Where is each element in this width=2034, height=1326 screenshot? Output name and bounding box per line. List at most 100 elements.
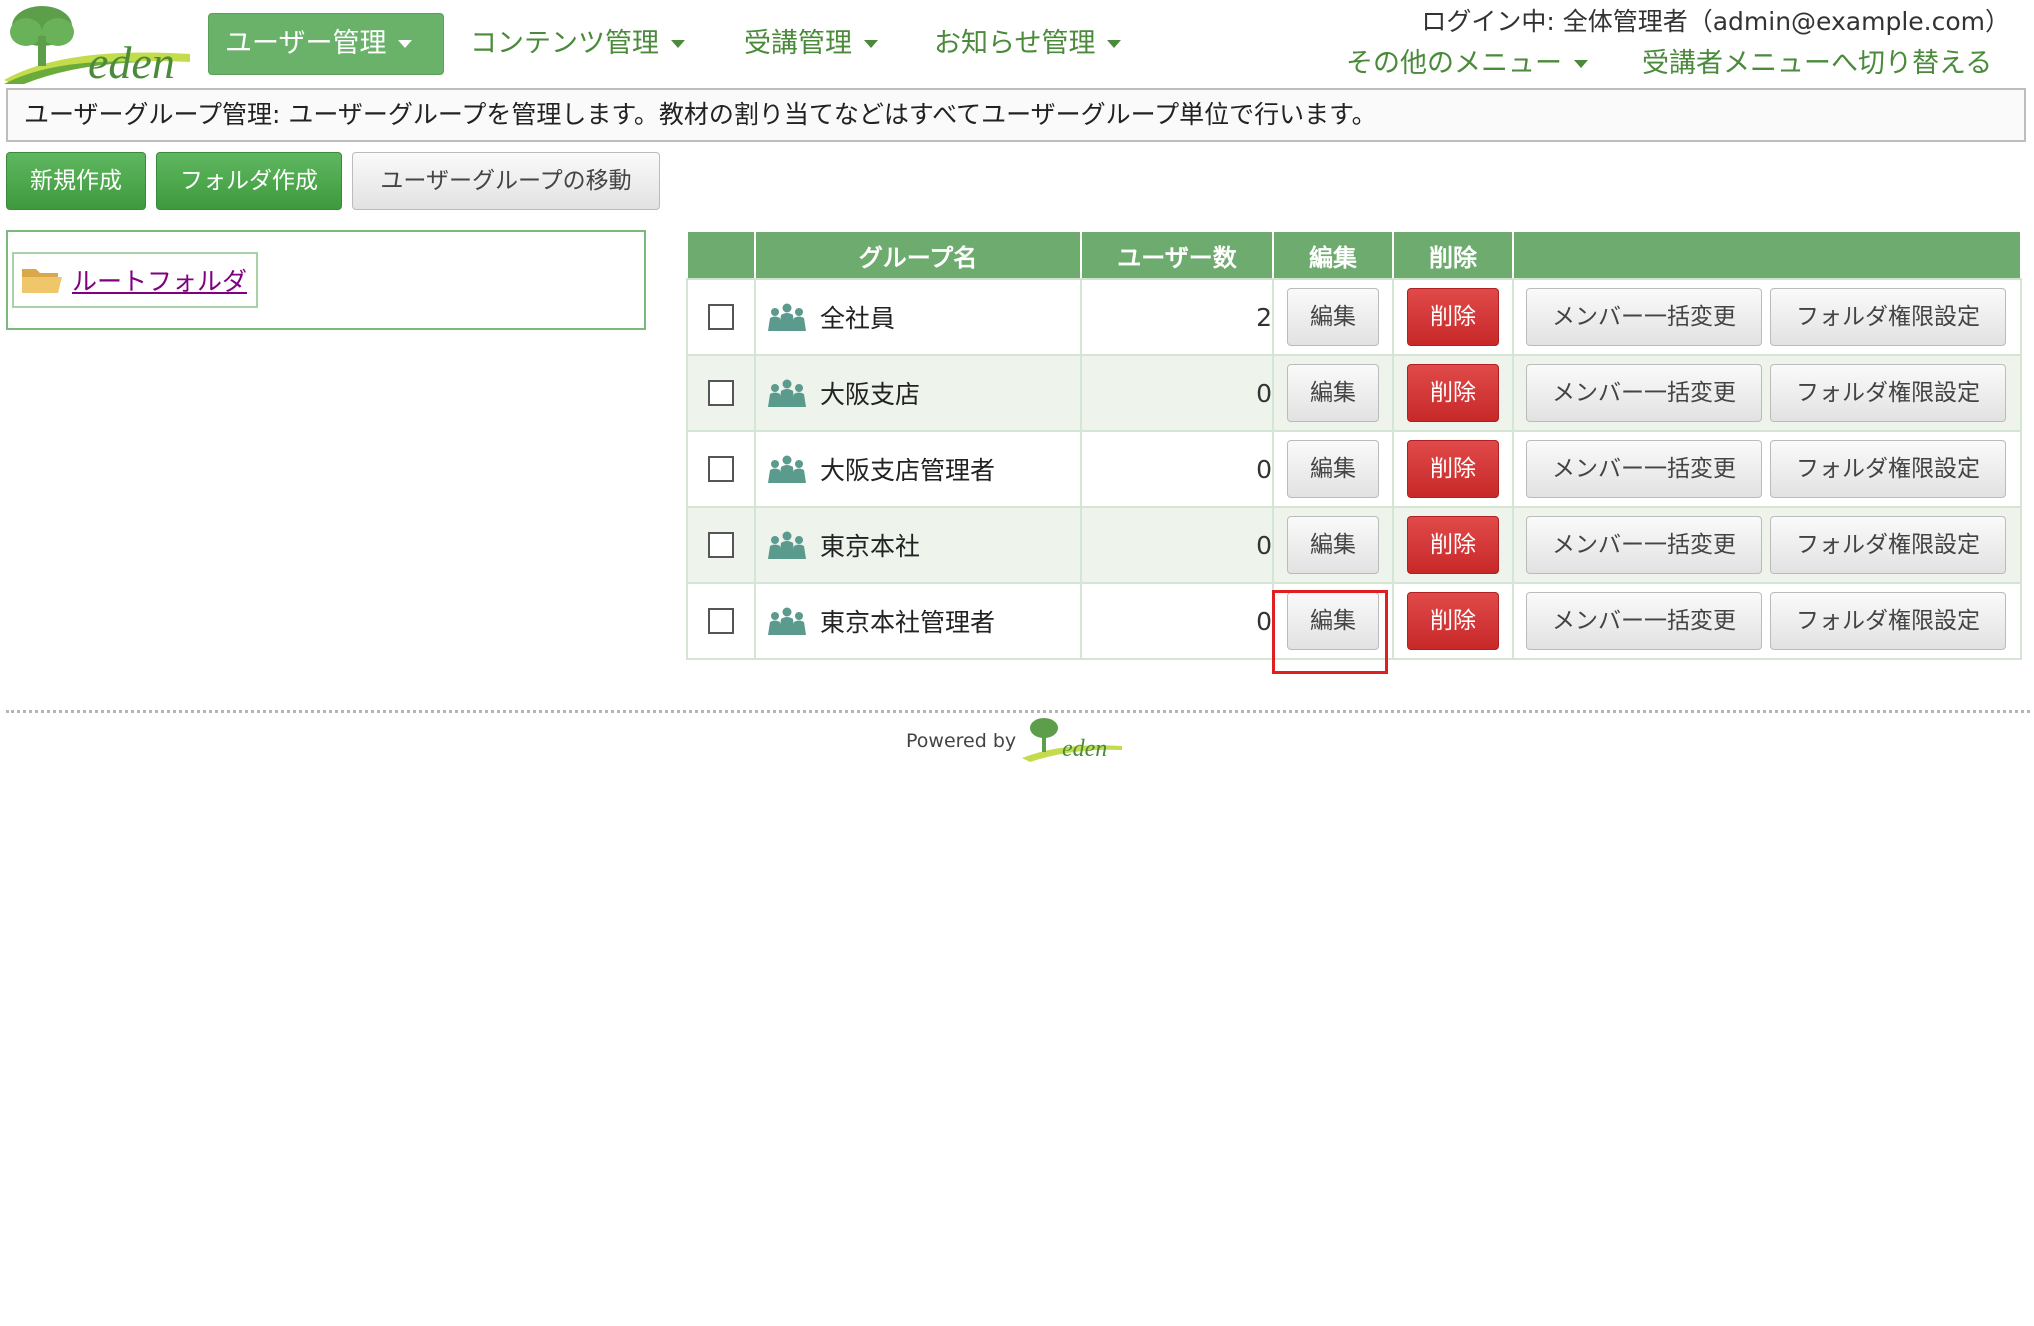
edit-button[interactable]: 編集	[1287, 592, 1379, 650]
actions-cell: メンバー一括変更 フォルダ権限設定	[1512, 278, 2022, 356]
edit-button[interactable]: 編集	[1287, 440, 1379, 498]
row-checkbox[interactable]	[708, 456, 734, 482]
nav-label: コンテンツ管理	[470, 28, 659, 59]
folder-permission-button[interactable]: フォルダ権限設定	[1770, 364, 2006, 422]
group-name-cell: 東京本社	[754, 506, 1082, 584]
group-name: 大阪支店管理者	[820, 456, 996, 485]
nav-label: ユーザー管理	[225, 28, 387, 59]
edit-cell: 編集	[1272, 430, 1394, 508]
select-cell	[686, 354, 756, 432]
nav-user-management[interactable]: ユーザー管理	[208, 13, 444, 75]
edit-cell: 編集	[1272, 354, 1394, 432]
bulk-member-change-button[interactable]: メンバー一括変更	[1526, 364, 1762, 422]
user-count: 2	[1080, 278, 1274, 356]
user-group-table: グループ名 ユーザー数 編集 削除 全社員 2 編集 削除 メンバー一括変更 フォルダ権限…	[686, 230, 2022, 660]
create-folder-button[interactable]: フォルダ作成	[156, 152, 342, 210]
powered-by: Powered by eden	[906, 712, 1123, 762]
edit-button[interactable]: 編集	[1287, 516, 1379, 574]
group-name-cell: 全社員	[754, 278, 1082, 356]
actions-cell: メンバー一括変更 フォルダ権限設定	[1512, 582, 2022, 660]
user-group-icon	[768, 379, 806, 407]
chevron-down-icon	[671, 40, 685, 48]
bulk-member-change-button[interactable]: メンバー一括変更	[1526, 440, 1762, 498]
edit-cell: 編集	[1272, 582, 1394, 660]
actions-cell: メンバー一括変更 フォルダ権限設定	[1512, 506, 2022, 584]
select-cell	[686, 506, 756, 584]
other-menu-label: その他のメニュー	[1346, 48, 1562, 79]
folder-permission-button[interactable]: フォルダ権限設定	[1770, 592, 2006, 650]
delete-cell: 削除	[1392, 582, 1514, 660]
edit-button[interactable]: 編集	[1287, 288, 1379, 346]
bulk-member-change-button[interactable]: メンバー一括変更	[1526, 516, 1762, 574]
svg-text:eden: eden	[1062, 736, 1107, 762]
row-checkbox[interactable]	[708, 380, 734, 406]
table-header-row: グループ名 ユーザー数 編集 削除	[686, 230, 2022, 280]
user-group-icon	[768, 607, 806, 635]
folder-permission-button[interactable]: フォルダ権限設定	[1770, 288, 2006, 346]
eden-footer-logo-icon: eden	[1022, 718, 1123, 762]
user-group-icon	[768, 531, 806, 559]
switch-to-learner-link[interactable]: 受講者メニューへ切り替える	[1642, 44, 1992, 84]
powered-by-text: Powered by	[906, 730, 1017, 752]
header-select	[686, 230, 756, 280]
delete-cell: 削除	[1392, 430, 1514, 508]
nav-label: お知らせ管理	[934, 28, 1096, 59]
nav-notice-management[interactable]: お知らせ管理	[934, 13, 1122, 75]
folder-permission-button[interactable]: フォルダ権限設定	[1770, 516, 2006, 574]
bulk-member-change-button[interactable]: メンバー一括変更	[1526, 288, 1762, 346]
delete-cell: 削除	[1392, 278, 1514, 356]
delete-button[interactable]: 削除	[1407, 364, 1499, 422]
group-name-cell: 大阪支店管理者	[754, 430, 1082, 508]
table-row: 全社員 2 編集 削除 メンバー一括変更 フォルダ権限設定	[686, 278, 2022, 356]
delete-button[interactable]: 削除	[1407, 516, 1499, 574]
tree-logo-icon: eden	[4, 6, 190, 88]
header-edit: 編集	[1272, 230, 1394, 280]
header-group-name[interactable]: グループ名	[754, 230, 1082, 280]
chevron-down-icon	[864, 40, 878, 48]
row-checkbox[interactable]	[708, 608, 734, 634]
svg-text:eden: eden	[88, 37, 175, 84]
group-name: 大阪支店	[820, 380, 921, 409]
table-row: 東京本社 0 編集 削除 メンバー一括変更 フォルダ権限設定	[686, 506, 2022, 584]
edit-cell: 編集	[1272, 278, 1394, 356]
table-row: 大阪支店 0 編集 削除 メンバー一括変更 フォルダ権限設定	[686, 354, 2022, 432]
group-name: 全社員	[820, 304, 896, 333]
root-folder-item[interactable]: ルートフォルダ	[12, 252, 258, 308]
user-count: 0	[1080, 430, 1274, 508]
new-button[interactable]: 新規作成	[6, 152, 146, 210]
login-status: ログイン中: 全体管理者（admin@example.com）	[1421, 7, 2010, 36]
user-count: 0	[1080, 354, 1274, 432]
user-group-icon	[768, 455, 806, 483]
move-group-button[interactable]: ユーザーグループの移動	[352, 152, 660, 210]
group-name-cell: 東京本社管理者	[754, 582, 1082, 660]
delete-button[interactable]: 削除	[1407, 592, 1499, 650]
folder-permission-button[interactable]: フォルダ権限設定	[1770, 440, 2006, 498]
root-folder-link[interactable]: ルートフォルダ	[72, 262, 247, 298]
edit-button[interactable]: 編集	[1287, 364, 1379, 422]
other-menu-dropdown[interactable]: その他のメニュー	[1346, 44, 1588, 84]
select-cell	[686, 278, 756, 356]
delete-button[interactable]: 削除	[1407, 288, 1499, 346]
chevron-down-icon	[1574, 60, 1588, 68]
select-cell	[686, 430, 756, 508]
header-user-count[interactable]: ユーザー数	[1080, 230, 1274, 280]
eden-logo[interactable]: eden	[4, 2, 190, 88]
group-name: 東京本社	[820, 532, 921, 561]
delete-button[interactable]: 削除	[1407, 440, 1499, 498]
table-row: 大阪支店管理者 0 編集 削除 メンバー一括変更 フォルダ権限設定	[686, 430, 2022, 508]
group-name-cell: 大阪支店	[754, 354, 1082, 432]
folder-icon	[22, 269, 62, 293]
row-checkbox[interactable]	[708, 304, 734, 330]
page-description: ユーザーグループ管理: ユーザーグループを管理します。教材の割り当てなどはすべて…	[6, 88, 2026, 142]
bulk-member-change-button[interactable]: メンバー一括変更	[1526, 592, 1762, 650]
actions-cell: メンバー一括変更 フォルダ権限設定	[1512, 354, 2022, 432]
chevron-down-icon	[398, 40, 413, 48]
nav-label: 受講管理	[744, 28, 852, 59]
actions-cell: メンバー一括変更 フォルダ権限設定	[1512, 430, 2022, 508]
nav-course-management[interactable]: 受講管理	[744, 13, 878, 75]
table-row: 東京本社管理者 0 編集 削除 メンバー一括変更 フォルダ権限設定	[686, 582, 2022, 660]
chevron-down-icon	[1107, 40, 1122, 48]
row-checkbox[interactable]	[708, 532, 734, 558]
nav-content-management[interactable]: コンテンツ管理	[470, 13, 685, 75]
group-name: 東京本社管理者	[820, 608, 996, 637]
